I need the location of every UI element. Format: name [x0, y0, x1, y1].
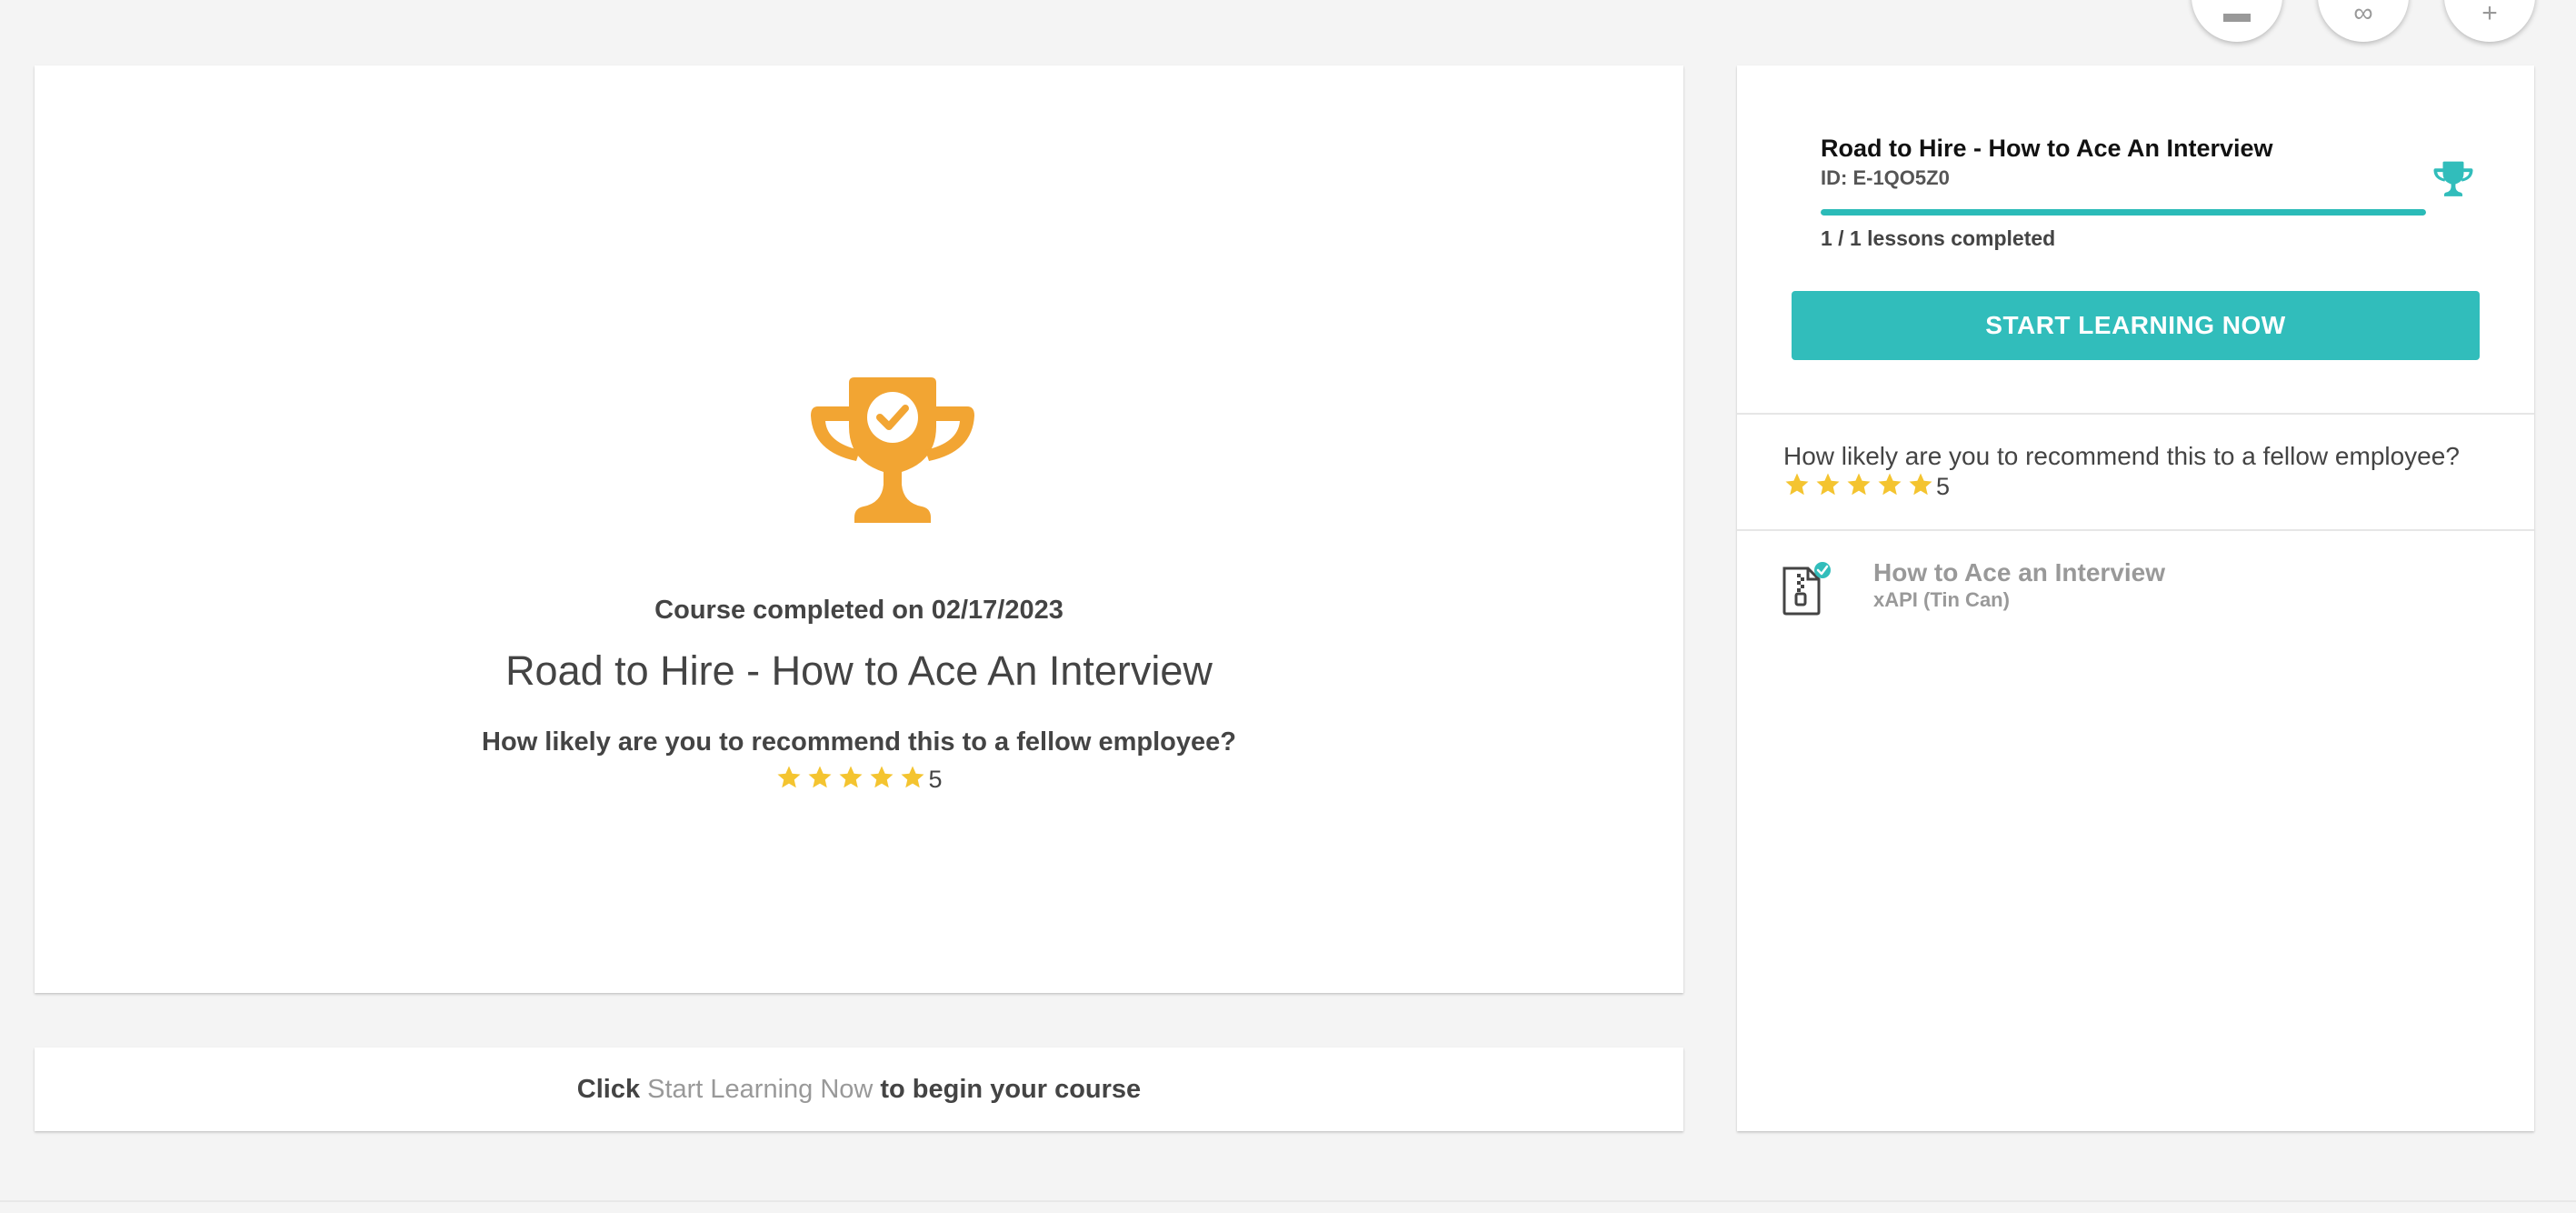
star-icon[interactable]	[1783, 471, 1811, 498]
sidebar-recommend-question: How likely are you to recommend this to …	[1783, 442, 2460, 470]
lesson-type: xAPI (Tin Can)	[1873, 588, 2010, 611]
star-icon[interactable]	[899, 764, 926, 791]
start-hint-card: Click Start Learning Now to begin your c…	[35, 1048, 1683, 1131]
course-id: ID: E-1QO5Z0	[1821, 166, 1950, 189]
sidebar-course-title: Road to Hire - How to Ace An Interview	[1821, 135, 2273, 162]
course-sidebar: Road to Hire - How to Ace An Interview I…	[1737, 65, 2534, 1131]
sidebar-rating-stars	[1783, 471, 1938, 503]
star-icon[interactable]	[837, 764, 864, 791]
hint-prefix: Click	[576, 1074, 641, 1104]
sidebar-rating-value: 5	[1936, 473, 1951, 500]
layout-icon: ▬	[2223, 0, 2251, 28]
divider	[1737, 413, 2534, 415]
star-icon[interactable]	[1876, 471, 1903, 498]
star-icon[interactable]	[775, 764, 803, 791]
sidebar-star-rating: 5	[1783, 471, 1950, 503]
top-action-button-layout[interactable]: ▬	[2192, 0, 2282, 42]
recommend-question: How likely are you to recommend this to …	[482, 727, 1236, 757]
star-icon[interactable]	[1907, 471, 1934, 498]
completion-date: Course completed on 02/17/2023	[654, 596, 1063, 625]
divider	[1737, 529, 2534, 531]
completion-card: Course completed on 02/17/2023 Road to H…	[35, 65, 1683, 993]
trophy-icon	[2433, 161, 2473, 196]
star-icon[interactable]	[806, 764, 834, 791]
top-action-button-link[interactable]: ∞	[2318, 0, 2409, 42]
star-icon[interactable]	[1845, 471, 1872, 498]
trophy-check-icon	[811, 377, 974, 523]
progress-bar-fill	[1821, 209, 2426, 216]
start-learning-button[interactable]: START LEARNING NOW	[1792, 291, 2480, 360]
hint-suffix: to begin your course	[880, 1074, 1142, 1104]
progress-bar	[1821, 209, 2426, 216]
star-rating: 5	[35, 764, 1683, 796]
zip-file-icon	[1782, 562, 1831, 616]
link-icon: ∞	[2353, 0, 2373, 28]
start-learning-link[interactable]: Start Learning Now	[647, 1075, 873, 1105]
top-action-button-add[interactable]: +	[2444, 0, 2535, 42]
star-icon[interactable]	[868, 764, 895, 791]
rating-stars	[775, 764, 930, 796]
course-title: Road to Hire - How to Ace An Interview	[505, 647, 1213, 694]
rating-value: 5	[928, 766, 943, 793]
lesson-title: How to Ace an Interview	[1873, 558, 2166, 586]
lessons-completed: 1 / 1 lessons completed	[1821, 226, 2056, 250]
page-bottom-rule	[0, 1200, 2576, 1202]
add-icon: +	[2481, 0, 2498, 28]
star-icon[interactable]	[1814, 471, 1842, 498]
